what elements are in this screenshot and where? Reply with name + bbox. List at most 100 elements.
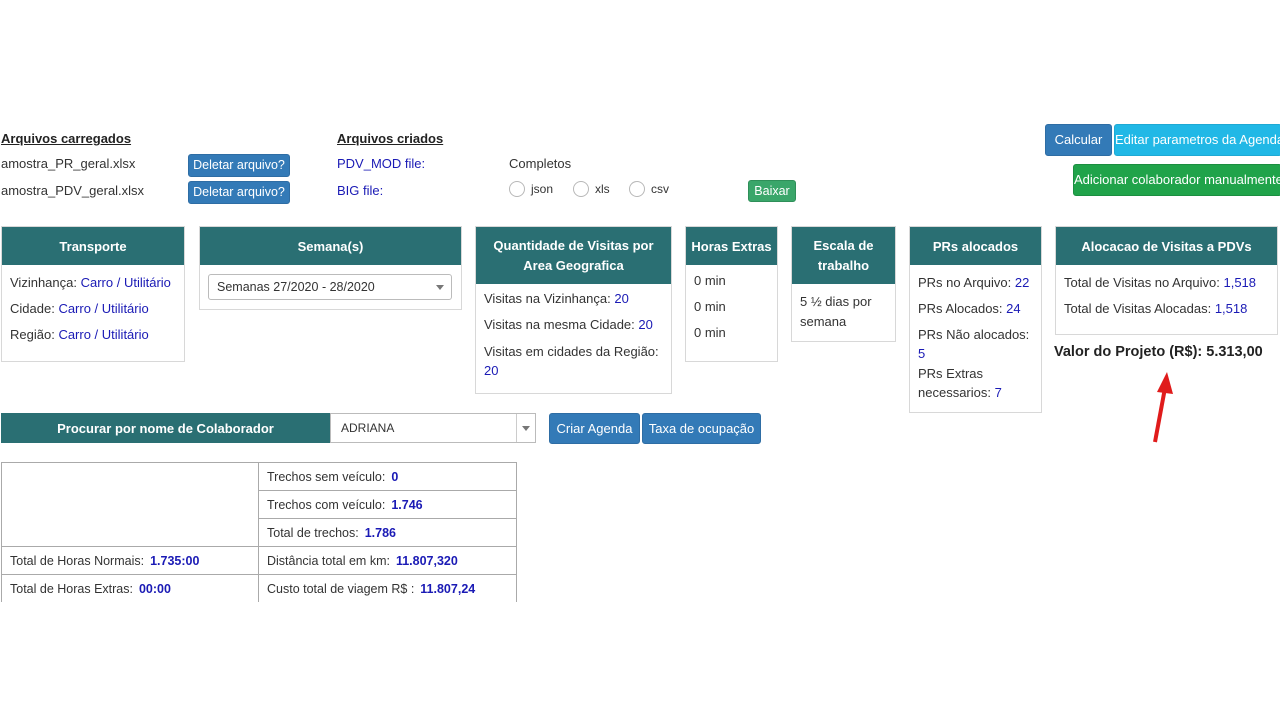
red-arrow-icon [1153, 372, 1173, 443]
prs-arquivo-label: PRs no Arquivo: [918, 275, 1012, 290]
add-collaborator-button[interactable]: Adicionar colaborador manualmente [1073, 164, 1280, 196]
trechos-sem-cell: Trechos sem veículo: 0 [258, 462, 517, 491]
distancia-cell: Distância total em km: 11.807,320 [258, 546, 517, 575]
big-file-link[interactable]: BIG file: [337, 183, 383, 198]
empty-cell [1, 490, 259, 519]
horas-extras-title: Horas Extras [686, 227, 777, 265]
total-visitas-arquivo-label: Total de Visitas no Arquivo: [1064, 275, 1220, 290]
prs-panel: PRs alocados PRs no Arquivo: 22 PRs Aloc… [909, 226, 1042, 413]
escala-title: Escala de trabalho [792, 227, 895, 284]
horas-extras-cell: Total de Horas Extras: 00:00 [1, 574, 259, 602]
table-row: Trechos sem veículo: 0 [1, 462, 517, 491]
total-trechos-label: Total de trechos: [267, 525, 359, 540]
visitas-cidade-label: Visitas na mesma Cidade: [484, 317, 635, 332]
format-json-radio[interactable] [509, 181, 525, 197]
edit-agenda-params-button[interactable]: Editar parametros da Agenda [1114, 124, 1280, 156]
transporte-cidade-label: Cidade: [10, 301, 55, 316]
horas-extras-total-value: 00:00 [138, 581, 171, 596]
horas-normais-label: Total de Horas Normais: [10, 553, 145, 568]
created-files-title: Arquivos criados [337, 131, 444, 146]
visitas-vizinhanca-label: Visitas na Vizinhança: [484, 291, 611, 306]
format-json-label: json [531, 182, 554, 196]
download-button[interactable]: Baixar [748, 180, 796, 202]
semana-title: Semana(s) [200, 227, 461, 265]
horas-extras-value-3: 0 min [694, 325, 726, 340]
table-row: Total de Horas Extras: 00:00 Custo total … [1, 574, 517, 602]
taxa-ocupacao-button[interactable]: Taxa de ocupação [642, 413, 761, 444]
prs-alocados-value: 24 [1006, 301, 1021, 316]
uploaded-file-pdv: amostra_PDV_geral.xlsx [1, 183, 145, 198]
alocacao-panel: Alocacao de Visitas a PDVs Total de Visi… [1055, 226, 1278, 335]
week-select[interactable]: Semanas 27/2020 - 28/2020 [208, 274, 452, 300]
valor-projeto: Valor do Projeto (R$): 5.313,00 [1054, 344, 1263, 360]
horas-extras-total-label: Total de Horas Extras: [10, 581, 133, 596]
trechos-com-cell: Trechos com veículo: 1.746 [258, 490, 517, 519]
alocacao-title: Alocacao de Visitas a PDVs [1056, 227, 1277, 265]
trechos-com-label: Trechos com veículo: [267, 497, 386, 512]
chevron-down-icon [436, 285, 444, 290]
format-csv-radio[interactable] [629, 181, 645, 197]
horas-normais-cell: Total de Horas Normais: 1.735:00 [1, 546, 259, 575]
collaborator-select[interactable]: ADRIANA [330, 413, 536, 443]
total-trechos-cell: Total de trechos: 1.786 [258, 518, 517, 547]
collaborator-select-value: ADRIANA [341, 421, 395, 435]
horas-extras-panel: Horas Extras 0 min 0 min 0 min [685, 226, 778, 362]
custo-label: Custo total de viagem R$ : [267, 581, 415, 596]
total-visitas-arquivo-value: 1,518 [1223, 275, 1257, 290]
criar-agenda-button[interactable]: Criar Agenda [549, 413, 640, 444]
delete-pdv-file-button[interactable]: Deletar arquivo? [188, 181, 290, 204]
transporte-title: Transporte [2, 227, 184, 265]
transporte-vizinhanca-label: Vizinhança: [10, 275, 77, 290]
semana-panel: Semana(s) Semanas 27/2020 - 28/2020 [199, 226, 462, 310]
search-collaborator-label: Procurar por nome de Colaborador [1, 413, 330, 443]
format-xls-radio[interactable] [573, 181, 589, 197]
transporte-vizinhanca-value[interactable]: Carro / Utilitário [81, 275, 171, 290]
table-row: Total de trechos: 1.786 [1, 518, 517, 547]
chevron-down-icon [522, 426, 530, 431]
delete-pr-file-button[interactable]: Deletar arquivo? [188, 154, 290, 177]
escala-panel: Escala de trabalho 5 ½ dias por semana [791, 226, 896, 342]
prs-nao-alocados-value: 5 [918, 346, 926, 361]
prs-extras-value: 7 [994, 385, 1002, 400]
horas-normais-value: 1.735:00 [150, 553, 200, 568]
visitas-area-panel: Quantidade de Visitas por Area Geografic… [475, 226, 672, 394]
select-divider [516, 414, 517, 442]
distancia-label: Distância total em km: [267, 553, 390, 568]
total-trechos-value: 1.786 [364, 525, 396, 540]
custo-value: 11.807,24 [420, 581, 476, 596]
total-visitas-alocadas-value: 1,518 [1214, 301, 1248, 316]
prs-arquivo-value: 22 [1014, 275, 1030, 290]
visitas-area-title: Quantidade de Visitas por Area Geografic… [476, 227, 671, 284]
total-visitas-alocadas-label: Total de Visitas Alocadas: [1064, 301, 1212, 316]
prs-nao-alocados-label: PRs Não alocados: [918, 327, 1030, 342]
visitas-cidade-value: 20 [638, 317, 653, 332]
empty-cell [1, 518, 259, 547]
prs-title: PRs alocados [910, 227, 1041, 265]
transporte-cidade-value[interactable]: Carro / Utilitário [58, 301, 148, 316]
horas-extras-value-2: 0 min [694, 299, 726, 314]
trechos-sem-label: Trechos sem veículo: [267, 469, 386, 484]
trechos-com-value: 1.746 [391, 497, 423, 512]
table-row: Trechos com veículo: 1.746 [1, 490, 517, 519]
transporte-regiao-value[interactable]: Carro / Utilitário [58, 327, 148, 342]
stats-table: Trechos sem veículo: 0 Trechos com veícul… [1, 462, 517, 602]
created-status: Completos [509, 156, 572, 171]
empty-cell [1, 462, 259, 491]
transporte-panel: Transporte Vizinhança: Carro / Utilitári… [1, 226, 185, 362]
format-xls-label: xls [595, 182, 610, 196]
distancia-value: 11.807,320 [395, 553, 458, 568]
table-row: Total de Horas Normais: 1.735:00 Distânci… [1, 546, 517, 575]
visitas-regiao-label: Visitas em cidades da Região: [484, 344, 659, 359]
format-csv-label: csv [651, 182, 669, 196]
horas-extras-value-1: 0 min [694, 273, 726, 288]
calcular-button[interactable]: Calcular [1045, 124, 1112, 156]
visitas-vizinhanca-value: 20 [614, 291, 629, 306]
pdv-mod-file-link[interactable]: PDV_MOD file: [337, 156, 425, 171]
prs-extras-label: PRs Extras necessarios: [918, 366, 991, 400]
uploaded-files-title: Arquivos carregados [1, 131, 132, 146]
uploaded-file-pr: amostra_PR_geral.xlsx [1, 156, 136, 171]
escala-value: 5 ½ dias por semana [800, 294, 872, 329]
week-select-value: Semanas 27/2020 - 28/2020 [217, 280, 375, 294]
prs-alocados-label: PRs Alocados: [918, 301, 1003, 316]
transporte-regiao-label: Região: [10, 327, 55, 342]
